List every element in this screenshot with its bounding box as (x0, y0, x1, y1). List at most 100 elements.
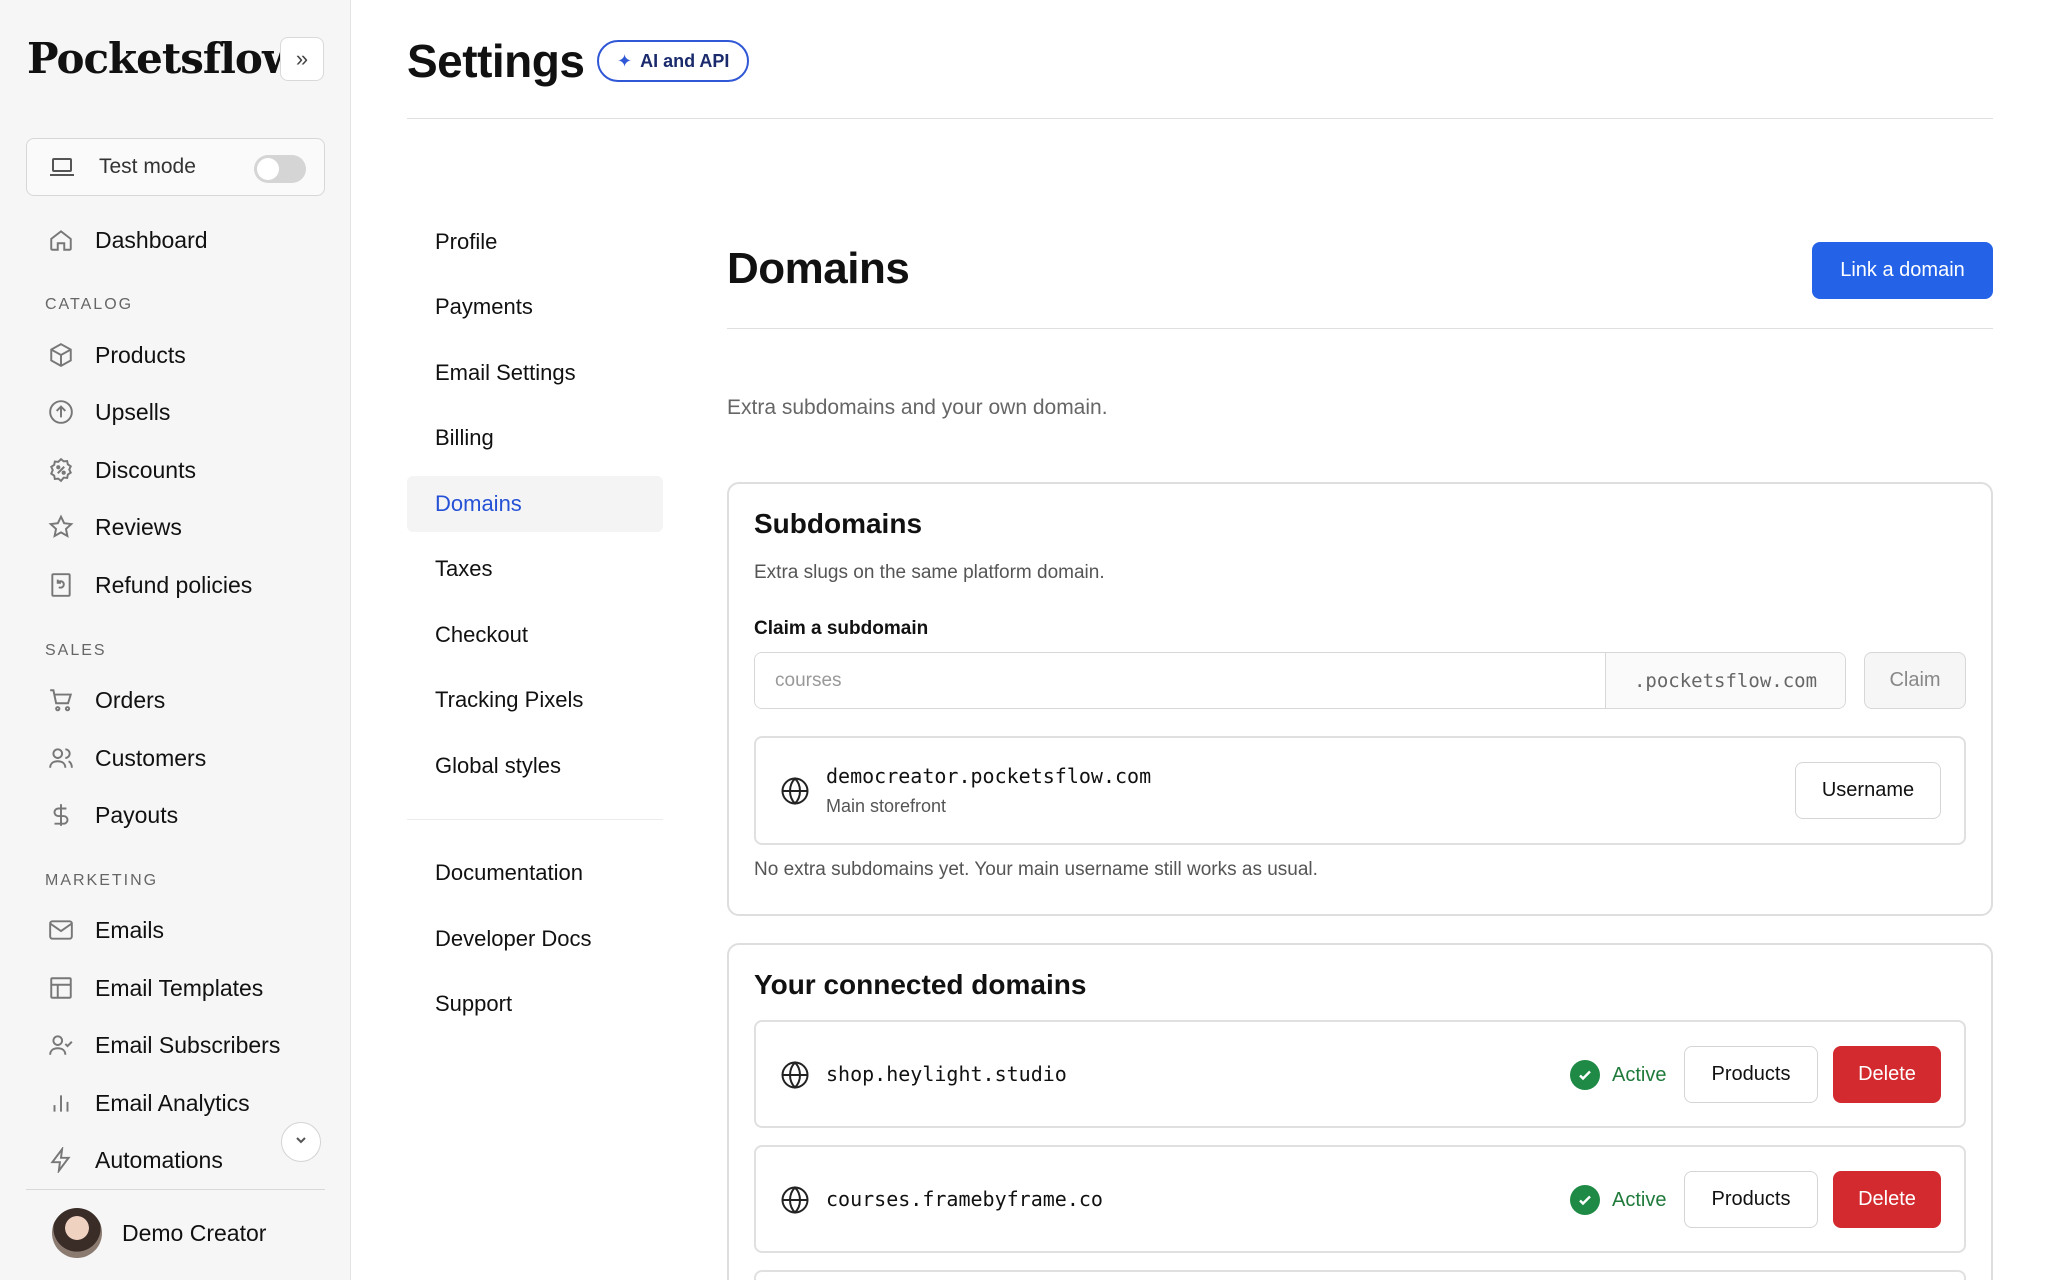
test-mode-toggle[interactable] (254, 155, 306, 183)
star-icon (44, 512, 78, 542)
claim-subdomain-label: Claim a subdomain (754, 618, 929, 639)
sidebar-divider (26, 1189, 325, 1190)
link-domain-button[interactable]: Link a domain (1812, 242, 1993, 299)
refund-receipt-icon (44, 570, 78, 600)
sidebar-item-label: Orders (95, 686, 166, 713)
settings-nav-domains[interactable]: Domains (407, 476, 663, 532)
section-catalog: CATALOG (45, 296, 134, 313)
sidebar-item-dashboard[interactable]: Dashboard (44, 220, 208, 260)
user-name: Demo Creator (122, 1219, 267, 1246)
settings-nav-documentation[interactable]: Documentation (407, 845, 663, 901)
dollar-icon (44, 800, 78, 830)
arrow-up-circle-icon (44, 397, 78, 427)
delete-button[interactable]: Delete (1833, 1171, 1941, 1228)
subdomains-title: Subdomains (754, 508, 923, 539)
subdomain-suffix: .pocketsflow.com (1605, 653, 1845, 708)
sidebar-item-label: Reviews (95, 513, 182, 540)
domain-row: courses.framebyframe.co Active Products … (754, 1145, 1966, 1253)
settings-nav-tracking-pixels[interactable]: Tracking Pixels (407, 672, 663, 728)
shopping-cart-icon (44, 685, 78, 715)
connected-domains-card: Your connected domains shop.heylight.stu… (727, 943, 1993, 1280)
delete-button[interactable]: Delete (1833, 1046, 1941, 1103)
sidebar-item-discounts[interactable]: Discounts (44, 450, 196, 490)
subdomains-subtitle: Extra slugs on the same platform domain. (754, 562, 1105, 583)
status-badge: Active (1570, 1185, 1666, 1215)
settings-nav-divider (407, 819, 663, 820)
globe-icon (780, 776, 810, 806)
status-label: Active (1612, 1188, 1667, 1211)
subdomain-input[interactable] (755, 653, 1605, 708)
products-button[interactable]: Products (1684, 1171, 1818, 1228)
sidebar-item-label: Email Analytics (95, 1089, 250, 1116)
sidebar-item-automations[interactable]: Automations (44, 1140, 223, 1180)
sidebar-item-upsells[interactable]: Upsells (44, 392, 170, 432)
domain-row: shop.heylight.studio Active Products Del… (754, 1020, 1966, 1128)
sidebar-item-payouts[interactable]: Payouts (44, 795, 178, 835)
domains-title: Domains (727, 244, 910, 293)
test-mode-label: Test mode (99, 155, 196, 178)
sidebar-item-label: Upsells (95, 398, 171, 425)
user-profile[interactable]: Demo Creator (52, 1208, 266, 1258)
sidebar: Pocketsflow » Test mode Dashboard CATALO… (0, 0, 351, 1280)
ai-and-api-label: AI and API (640, 50, 730, 71)
claim-button[interactable]: Claim (1864, 652, 1966, 709)
domains-description: Extra subdomains and your own domain. (727, 396, 1108, 419)
main-storefront-note: Main storefront (826, 796, 947, 816)
sidebar-item-refund-policies[interactable]: Refund policies (44, 565, 252, 605)
sidebar-item-label: Emails (95, 916, 165, 943)
settings-nav-global-styles[interactable]: Global styles (407, 738, 663, 794)
settings-nav-support[interactable]: Support (407, 976, 663, 1032)
sidebar-item-email-analytics[interactable]: Email Analytics (44, 1083, 250, 1123)
discount-badge-icon (44, 455, 78, 485)
sidebar-item-products[interactable]: Products (44, 335, 186, 375)
home-icon (44, 225, 78, 255)
ai-and-api-badge[interactable]: ✦ AI and API (597, 40, 750, 82)
settings-nav-email-settings[interactable]: Email Settings (407, 345, 663, 401)
connected-domains-title: Your connected domains (754, 969, 1087, 1000)
no-subdomains-note: No extra subdomains yet. Your main usern… (754, 859, 1318, 880)
sidebar-item-label: Products (95, 341, 186, 368)
sidebar-item-label: Payouts (95, 801, 179, 828)
laptop-icon (49, 154, 75, 180)
sidebar-item-email-subscribers[interactable]: Email Subscribers (44, 1025, 280, 1065)
chevrons-right-icon: » (295, 46, 309, 71)
sidebar-item-reviews[interactable]: Reviews (44, 507, 182, 547)
sidebar-item-label: Dashboard (95, 226, 208, 253)
user-check-icon (44, 1030, 78, 1060)
sidebar-item-orders[interactable]: Orders (44, 680, 165, 720)
sidebar-item-customers[interactable]: Customers (44, 738, 206, 778)
domain-name: shop.heylight.studio (826, 1062, 1067, 1086)
settings-nav-taxes[interactable]: Taxes (407, 541, 663, 597)
settings-nav-profile[interactable]: Profile (407, 214, 663, 270)
products-button[interactable]: Products (1684, 1046, 1818, 1103)
sidebar-item-label: Email Templates (95, 974, 264, 1001)
main-subdomain-name: democreator.pocketsflow.com (826, 764, 1152, 788)
avatar (52, 1208, 102, 1258)
collapse-sidebar-button[interactable]: » (280, 37, 324, 81)
sparkle-icon: ✦ (617, 50, 633, 71)
username-button[interactable]: Username (1795, 762, 1941, 819)
check-circle-icon (1570, 1185, 1600, 1215)
domains-divider (727, 328, 1993, 329)
status-badge: Active (1570, 1060, 1666, 1090)
settings-nav-developer-docs[interactable]: Developer Docs (407, 911, 663, 967)
subdomains-card: Subdomains Extra slugs on the same platf… (727, 482, 1993, 916)
sidebar-item-email-templates[interactable]: Email Templates (44, 968, 263, 1008)
sidebar-item-emails[interactable]: Emails (44, 910, 164, 950)
settings-nav-checkout[interactable]: Checkout (407, 607, 663, 663)
globe-icon (780, 1185, 810, 1215)
bar-chart-icon (44, 1088, 78, 1118)
domain-row (754, 1270, 1966, 1280)
section-sales: SALES (45, 642, 107, 659)
chevron-down-icon (293, 1132, 309, 1153)
scroll-down-button[interactable] (281, 1122, 321, 1162)
sidebar-item-label: Discounts (95, 456, 196, 483)
main-subdomain-row: democreator.pocketsflow.com Main storefr… (754, 736, 1966, 845)
sidebar-item-label: Automations (95, 1146, 223, 1173)
settings-nav-billing[interactable]: Billing (407, 410, 663, 466)
lightning-icon (44, 1145, 78, 1175)
sidebar-item-label: Email Subscribers (95, 1031, 281, 1058)
settings-nav-payments[interactable]: Payments (407, 279, 663, 335)
sidebar-item-label: Customers (95, 744, 207, 771)
sidebar-item-label: Refund policies (95, 571, 253, 598)
